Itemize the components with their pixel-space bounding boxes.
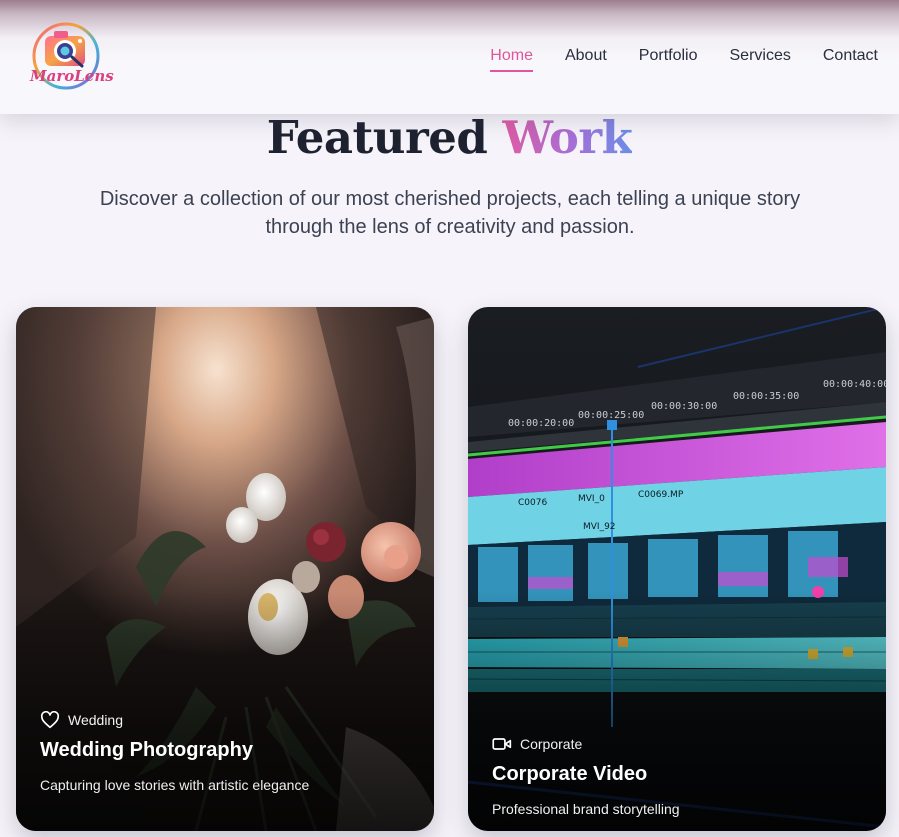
timecode-label: 00:00:20:00 [508, 418, 574, 429]
card-tag: Corporate [492, 735, 866, 753]
timecode-label: 00:00:25:00 [578, 410, 644, 421]
nav-contact[interactable]: Contact [823, 46, 878, 72]
nav-portfolio[interactable]: Portfolio [639, 46, 698, 72]
section-title-accent: Work [502, 111, 633, 164]
clip-label: MVI_92 [583, 522, 616, 532]
timecode-label: 00:00:35:00 [733, 391, 799, 402]
main-navigation: Home About Portfolio Services Contact [490, 46, 878, 72]
portfolio-card-corporate[interactable]: 00:00:20:00 00:00:25:00 00:00:30:00 00:0… [468, 307, 886, 831]
section-title-main: Featured [266, 111, 488, 164]
timecode-label: 00:00:40:00 [823, 379, 886, 390]
card-caption: Wedding Wedding Photography Capturing lo… [40, 711, 414, 793]
heart-icon [40, 711, 60, 729]
portfolio-card-wedding[interactable]: Wedding Wedding Photography Capturing lo… [16, 307, 434, 831]
brand-logo[interactable]: MaroLens [28, 16, 114, 98]
card-tag-label: Wedding [68, 712, 124, 728]
card-caption: Corporate Corporate Video Professional b… [492, 735, 866, 817]
clip-label: MVI_0 [578, 494, 605, 504]
top-navbar: MaroLens Home About Portfolio Services C… [0, 0, 899, 114]
nav-home[interactable]: Home [490, 46, 533, 72]
card-tag: Wedding [40, 711, 414, 729]
card-description: Capturing love stories with artistic ele… [40, 777, 310, 793]
card-description: Professional brand storytelling [492, 801, 680, 817]
video-camera-icon [492, 738, 512, 750]
nav-services[interactable]: Services [730, 46, 791, 72]
brand-name: MaroLens [30, 67, 114, 85]
clip-label: C0069.MP [638, 490, 684, 500]
clip-label: C0076 [518, 498, 547, 508]
camera-logo-icon [32, 22, 100, 90]
card-title: Corporate Video [492, 763, 648, 785]
card-tag-label: Corporate [520, 736, 583, 752]
timecode-label: 00:00:30:00 [651, 401, 717, 412]
nav-about[interactable]: About [565, 46, 607, 72]
section-subtitle: Discover a collection of our most cheris… [99, 188, 801, 238]
card-title: Wedding Photography [40, 739, 253, 761]
section-title: Featured Work [0, 111, 899, 164]
